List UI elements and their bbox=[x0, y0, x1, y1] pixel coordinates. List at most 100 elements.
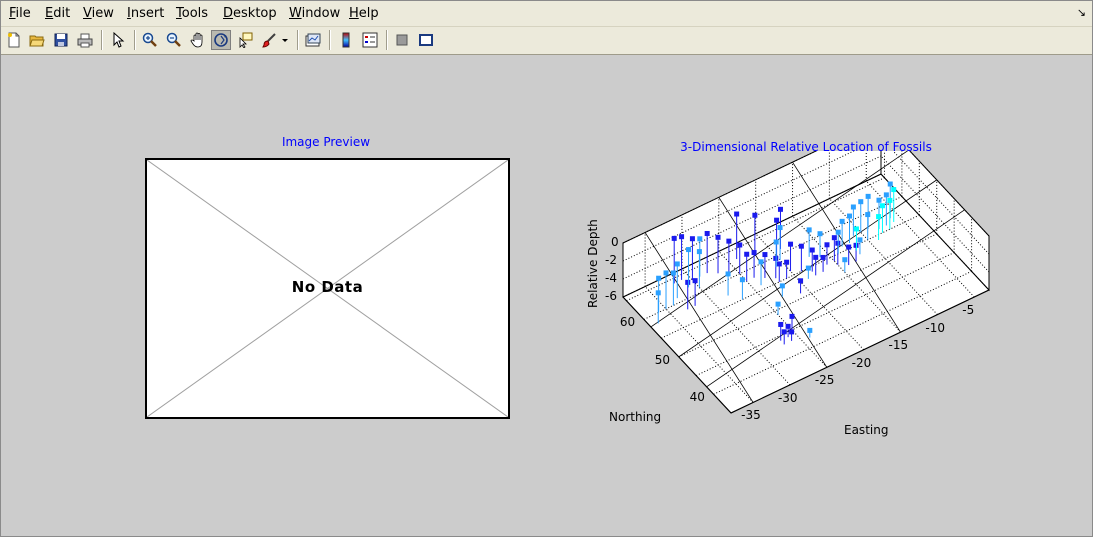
data-point bbox=[704, 230, 710, 236]
data-point bbox=[865, 193, 871, 199]
data-point bbox=[692, 278, 698, 284]
menu-desktop[interactable]: Desktop bbox=[223, 6, 277, 21]
new-file-icon[interactable] bbox=[4, 30, 24, 50]
data-point bbox=[776, 261, 782, 267]
data-point bbox=[737, 242, 743, 248]
data-point bbox=[773, 239, 779, 245]
toolbar-separator bbox=[297, 30, 299, 50]
y-tick-label: 60 bbox=[619, 315, 636, 330]
rotate-3d-icon[interactable] bbox=[211, 30, 231, 50]
figure-window: File Edit View Insert Tools Desktop Wind… bbox=[0, 0, 1093, 537]
colorbar-icon[interactable] bbox=[336, 30, 356, 50]
x-axis-label: Easting bbox=[844, 423, 889, 437]
data-point bbox=[883, 192, 889, 198]
data-point bbox=[696, 249, 702, 255]
zoom-out-icon[interactable] bbox=[164, 30, 184, 50]
link-plot-icon[interactable] bbox=[303, 30, 323, 50]
data-point bbox=[876, 214, 882, 220]
data-point bbox=[744, 251, 750, 257]
data-point bbox=[887, 197, 893, 203]
data-point bbox=[739, 277, 745, 283]
data-point bbox=[805, 265, 811, 271]
menu-file[interactable]: File bbox=[9, 6, 31, 21]
data-point bbox=[715, 234, 721, 240]
data-point bbox=[846, 244, 852, 250]
brush-icon[interactable] bbox=[259, 30, 279, 50]
x-tick-label: -30 bbox=[777, 390, 798, 405]
x-tick-label: -25 bbox=[814, 373, 835, 388]
data-point bbox=[655, 290, 661, 296]
data-point bbox=[817, 231, 823, 237]
data-point bbox=[850, 204, 856, 210]
menu-window[interactable]: Window bbox=[289, 6, 340, 21]
data-point bbox=[876, 197, 882, 203]
data-point bbox=[789, 313, 795, 319]
no-data-label: No Data bbox=[291, 278, 364, 296]
data-point bbox=[785, 323, 791, 329]
data-point bbox=[752, 212, 758, 218]
print-icon[interactable] bbox=[75, 30, 95, 50]
data-point bbox=[798, 243, 804, 249]
x-tick-label: -35 bbox=[741, 408, 761, 423]
data-point bbox=[686, 247, 692, 253]
chevron-down-icon[interactable] bbox=[279, 30, 291, 50]
hide-plot-tools-icon[interactable] bbox=[392, 30, 412, 50]
menu-bar: File Edit View Insert Tools Desktop Wind… bbox=[1, 1, 1092, 27]
y-tick-label: 40 bbox=[689, 390, 705, 405]
preview-title: Image Preview bbox=[281, 135, 371, 149]
legend-icon[interactable] bbox=[360, 30, 380, 50]
data-point bbox=[806, 227, 812, 233]
data-point bbox=[679, 234, 685, 240]
menu-insert[interactable]: Insert bbox=[127, 6, 164, 21]
data-point bbox=[865, 212, 871, 218]
data-point bbox=[762, 252, 768, 258]
menu-view[interactable]: View bbox=[83, 6, 114, 21]
data-point bbox=[758, 259, 764, 265]
data-point bbox=[820, 254, 826, 260]
data-point bbox=[774, 217, 780, 223]
data-point bbox=[839, 218, 845, 224]
data-point bbox=[858, 199, 864, 205]
pointer-icon[interactable] bbox=[108, 30, 128, 50]
data-point bbox=[685, 279, 691, 285]
data-point bbox=[775, 301, 781, 307]
data-point bbox=[788, 241, 794, 247]
image-preview-axes: No Data bbox=[145, 158, 510, 419]
menu-help[interactable]: Help bbox=[349, 6, 379, 21]
data-point bbox=[670, 270, 676, 276]
toolbar-separator bbox=[386, 30, 388, 50]
dock-arrow-icon[interactable]: ↘ bbox=[1077, 6, 1086, 19]
data-point bbox=[671, 235, 677, 241]
toolbar-separator bbox=[101, 30, 103, 50]
fossil-3d-plot[interactable] bbox=[561, 151, 1011, 451]
z-tick-label: -6 bbox=[605, 289, 617, 303]
show-plot-tools-icon[interactable] bbox=[416, 30, 436, 50]
data-point bbox=[778, 321, 784, 327]
data-point bbox=[798, 278, 804, 284]
data-point bbox=[831, 235, 837, 241]
zoom-in-icon[interactable] bbox=[140, 30, 160, 50]
data-point bbox=[734, 211, 740, 217]
data-point bbox=[777, 225, 783, 231]
toolbar-separator bbox=[329, 30, 331, 50]
data-point bbox=[846, 213, 852, 219]
pan-hand-icon[interactable] bbox=[188, 30, 208, 50]
data-point bbox=[842, 257, 848, 263]
menu-tools[interactable]: Tools bbox=[176, 6, 208, 21]
data-point bbox=[879, 203, 885, 209]
data-cursor-icon[interactable] bbox=[235, 30, 255, 50]
data-point bbox=[674, 261, 680, 267]
x-tick-label: -5 bbox=[962, 303, 975, 318]
data-point bbox=[891, 187, 897, 193]
data-point bbox=[813, 254, 819, 260]
data-point bbox=[789, 329, 795, 335]
menu-edit[interactable]: Edit bbox=[45, 6, 70, 21]
save-icon[interactable] bbox=[51, 30, 71, 50]
data-point bbox=[809, 247, 815, 253]
data-point bbox=[784, 259, 790, 265]
figure-toolbar bbox=[1, 27, 1092, 55]
open-folder-icon[interactable] bbox=[27, 30, 47, 50]
data-point bbox=[726, 238, 732, 244]
z-axis-label: Relative Depth bbox=[586, 219, 600, 308]
data-point bbox=[779, 283, 785, 289]
